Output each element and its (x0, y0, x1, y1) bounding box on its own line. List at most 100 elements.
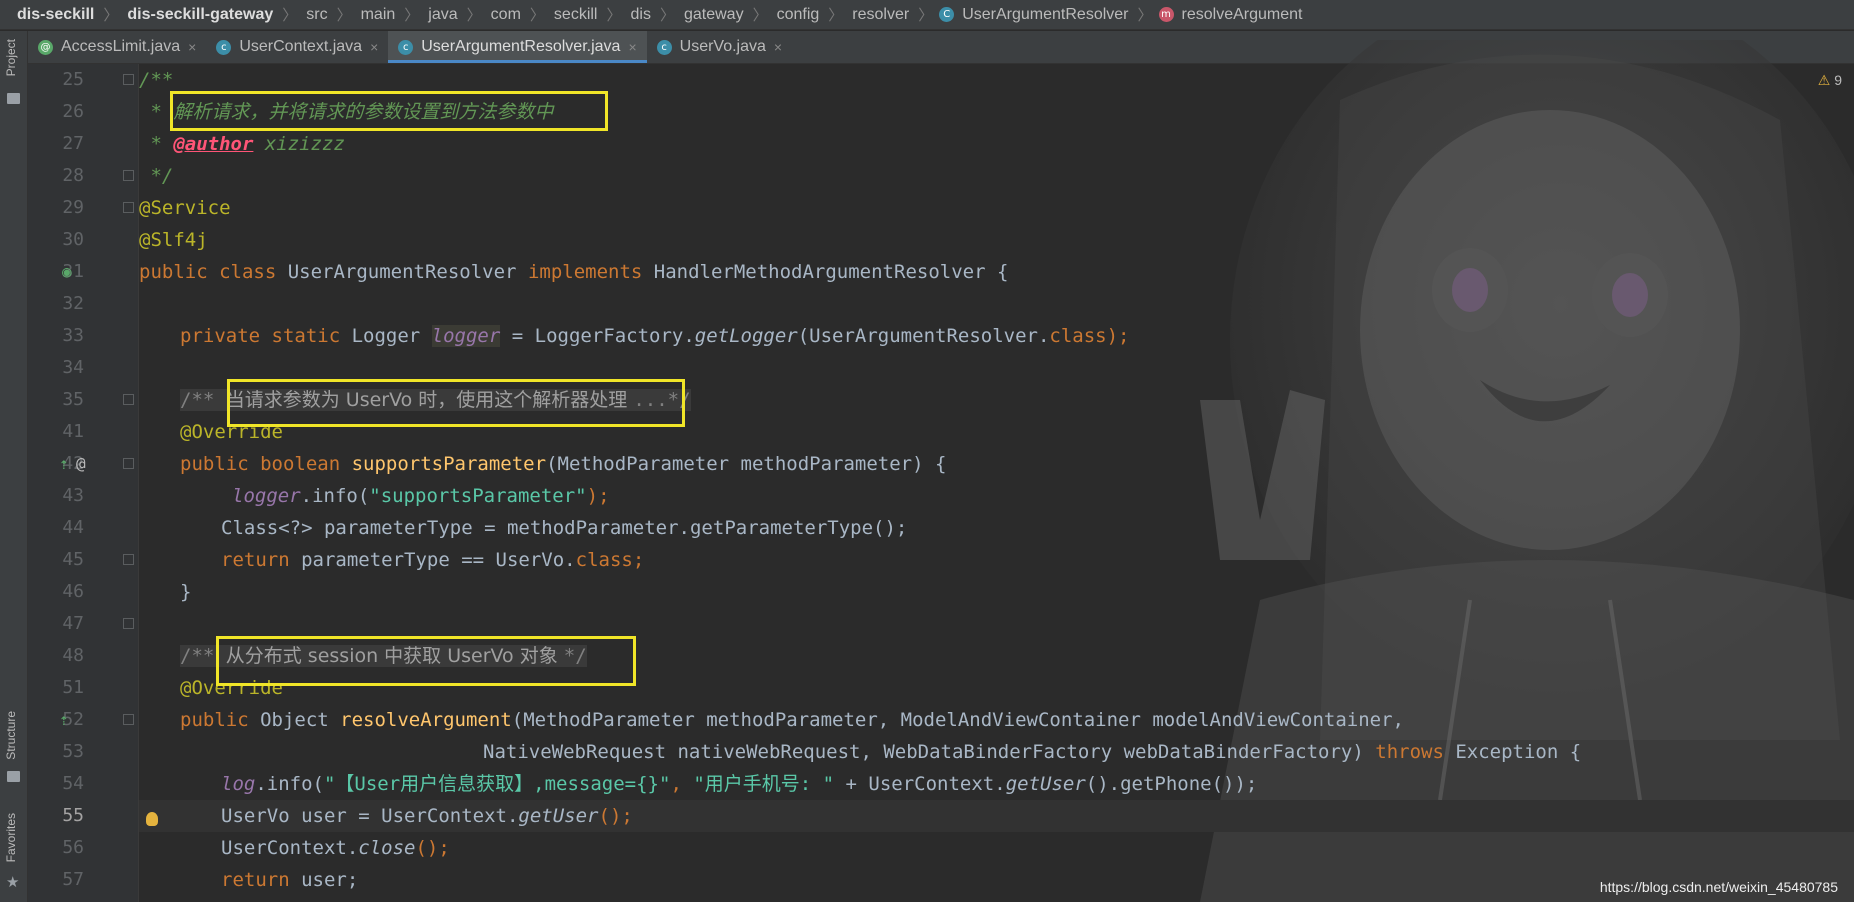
line-number: 31 (62, 261, 84, 282)
static-call: getUser (518, 805, 599, 827)
tab-userargumentresolver[interactable]: c UserArgumentResolver.java × (388, 31, 648, 63)
code-text: } (180, 581, 192, 603)
tab-uservo[interactable]: c UserVo.java × (647, 31, 792, 63)
code-text: (MethodParameter methodParameter) { (546, 453, 947, 475)
code-editor[interactable]: /** * 解析请求，并将请求的参数设置到方法参数中 * @author xiz… (139, 64, 1854, 902)
code-line: @Service (139, 192, 1854, 224)
fold-icon[interactable] (123, 554, 134, 565)
implements-icon[interactable]: ⇡ (59, 704, 69, 736)
annotation: @Slf4j (139, 229, 208, 251)
line-number: 41 (62, 421, 84, 442)
warning-count: 9 (1834, 72, 1842, 88)
breadcrumb-item-seckill[interactable]: seckill (551, 6, 601, 24)
type-name: Object (260, 709, 341, 731)
keyword: public (180, 709, 261, 731)
breadcrumb-item-src[interactable]: src (303, 6, 330, 24)
star-icon: ★ (6, 873, 20, 891)
breadcrumb-item-resolver[interactable]: resolver (849, 6, 912, 24)
code-text: UserVo user = UserContext. (221, 805, 519, 827)
code-text: (UserArgumentResolver. (797, 325, 1050, 347)
string-literal: "supportsParameter" (369, 485, 587, 507)
line-number: 29 (62, 197, 84, 218)
favorites-tool-button[interactable]: Favorites (4, 813, 18, 862)
chevron-right-icon: 〉 (828, 7, 844, 24)
lightbulb-icon[interactable] (146, 812, 158, 826)
fold-icon[interactable] (123, 74, 134, 85)
annotation-icon: @ (38, 39, 53, 55)
at-icon[interactable]: @ (76, 448, 86, 480)
close-icon[interactable]: × (188, 39, 196, 55)
keyword: return (221, 869, 302, 891)
fold-icon[interactable] (123, 618, 134, 629)
line-number: 30 (62, 229, 84, 250)
line-number: 35 (62, 389, 84, 410)
code-line: logger.info("supportsParameter"); (139, 480, 1854, 512)
breadcrumb-item-gateway[interactable]: gateway (681, 6, 747, 24)
code-text: = LoggerFactory. (500, 325, 695, 347)
fold-icon[interactable] (123, 170, 134, 181)
code-text: .info( (255, 773, 324, 795)
method-icon: m (1158, 7, 1174, 22)
code-line: */ (139, 160, 1854, 192)
breadcrumb-item-module[interactable]: dis-seckill-gateway (124, 6, 276, 24)
line-number: 43 (62, 485, 84, 506)
code-line: public boolean supportsParameter(MethodP… (139, 448, 1854, 480)
class-icon: C (939, 7, 955, 22)
keyword: throws (1375, 741, 1456, 763)
folder-icon (7, 93, 20, 104)
code-text: NativeWebRequest nativeWebRequest, WebDa… (483, 741, 1376, 763)
line-number: 47 (62, 613, 84, 634)
implements-icon[interactable]: ⇡ (59, 448, 69, 480)
warning-icon: ⚠ (1817, 72, 1831, 88)
fold-icon[interactable] (123, 458, 134, 469)
breadcrumb-item-method[interactable]: resolveArgument (1179, 6, 1306, 24)
tab-label: UserArgumentResolver.java (421, 38, 621, 55)
bean-icon[interactable]: ◉ (62, 256, 72, 288)
doc-comment: * (139, 101, 174, 123)
line-number: 53 (62, 741, 84, 762)
line-number: 28 (62, 165, 84, 186)
fold-icon[interactable] (123, 202, 134, 213)
breadcrumb-item-com[interactable]: com (488, 6, 524, 24)
doc-tag: @author (173, 133, 254, 155)
line-number: 44 (62, 517, 84, 538)
editor-gutter[interactable]: 25 26 27 28 29 30 31 32 33 34 35 41 42 4… (28, 64, 139, 902)
code-line-current: UserVo user = UserContext.getUser(); (139, 800, 1854, 832)
tab-usercontext[interactable]: c UserContext.java × (206, 31, 388, 63)
code-text: UserContext. (221, 837, 359, 859)
breadcrumb-item-main[interactable]: main (358, 6, 399, 24)
punctuation: (); (415, 837, 450, 859)
breadcrumb-item-project[interactable]: dis-seckill (14, 6, 97, 24)
code-text: Exception { (1455, 741, 1582, 763)
tab-accesslimit[interactable]: @ AccessLimit.java × (28, 31, 206, 63)
close-icon[interactable]: × (628, 39, 636, 55)
structure-tool-button[interactable]: Structure (4, 711, 18, 760)
close-icon[interactable]: × (774, 39, 782, 55)
code-text: parameterType == UserVo. (301, 549, 576, 571)
doc-comment-text: xizizzz (253, 133, 345, 155)
chevron-right-icon: 〉 (659, 7, 675, 24)
breadcrumb-item-class[interactable]: UserArgumentResolver (959, 6, 1131, 24)
breadcrumb-item-config[interactable]: config (774, 6, 823, 24)
code-line: NativeWebRequest nativeWebRequest, WebDa… (139, 736, 1854, 768)
tab-label: AccessLimit.java (61, 38, 181, 55)
breadcrumb-item-dis[interactable]: dis (628, 6, 654, 24)
keyword: public boolean (180, 453, 352, 475)
static-call: getUser (1005, 773, 1086, 795)
method-name: supportsParameter (351, 453, 547, 475)
keyword: class (1049, 325, 1107, 347)
code-text: ().getPhone()); (1085, 773, 1258, 795)
fold-icon[interactable] (123, 714, 134, 725)
close-icon[interactable]: × (370, 39, 378, 55)
breadcrumb-item-java[interactable]: java (425, 6, 460, 24)
keyword: return (221, 549, 302, 571)
inspection-widget[interactable]: ⚠ 9 (1818, 72, 1842, 89)
code-line: public class UserArgumentResolver implem… (139, 256, 1854, 288)
project-tool-button[interactable]: Project (4, 39, 18, 76)
line-number: 26 (62, 101, 84, 122)
fold-icon[interactable] (123, 394, 134, 405)
line-number: 25 (62, 69, 84, 90)
line-number: 33 (62, 325, 84, 346)
keyword: public class (139, 261, 288, 283)
chevron-right-icon: 〉 (752, 7, 768, 24)
